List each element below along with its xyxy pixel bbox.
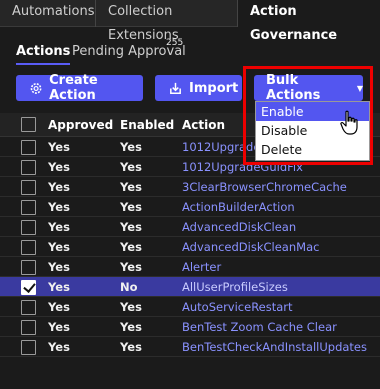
table-row[interactable]: Yes Yes AdvancedDiskClean: [0, 217, 380, 237]
row-checkbox[interactable]: [21, 200, 36, 215]
cell-approved: Yes: [48, 340, 70, 354]
cell-approved: Yes: [48, 260, 70, 274]
cell-enabled: Yes: [120, 220, 142, 234]
cell-enabled: Yes: [120, 260, 142, 274]
cell-approved: Yes: [48, 220, 70, 234]
cell-enabled: Yes: [120, 160, 142, 174]
cell-enabled: Yes: [120, 320, 142, 334]
tab-automations[interactable]: Automations: [0, 0, 96, 27]
create-action-button[interactable]: Create Action: [16, 73, 143, 103]
column-header-approved[interactable]: Approved: [48, 118, 113, 132]
tab-collection-extensions[interactable]: Collection Extensions: [96, 0, 238, 43]
cell-action-link[interactable]: 3ClearBrowserChromeCache: [182, 180, 347, 194]
cell-enabled: Yes: [120, 300, 142, 314]
row-checkbox[interactable]: [21, 340, 36, 355]
cell-approved: Yes: [48, 300, 70, 314]
cell-enabled: Yes: [120, 180, 142, 194]
row-checkbox[interactable]: [21, 180, 36, 195]
cell-action-link[interactable]: Alerter: [182, 260, 221, 274]
row-checkbox[interactable]: [21, 300, 36, 315]
cell-approved: Yes: [48, 200, 70, 214]
row-checkbox[interactable]: [21, 220, 36, 235]
table-row[interactable]: Yes Yes BenTestCheckAndInstallUpdates: [0, 337, 380, 357]
table-row[interactable]: Yes Yes BenTest Zoom Cache Clear: [0, 317, 380, 337]
cell-enabled: No: [120, 280, 138, 294]
hand-cursor-icon: [340, 110, 358, 135]
cell-approved: Yes: [48, 280, 70, 294]
row-checkbox[interactable]: [21, 240, 36, 255]
table-row[interactable]: Yes No AllUserProfileSizes: [0, 277, 380, 297]
row-checkbox[interactable]: [21, 280, 36, 295]
table-row[interactable]: Yes Yes AutoServiceRestart: [0, 297, 380, 317]
cell-action-link[interactable]: AdvancedDiskCleanMac: [182, 240, 319, 254]
cell-enabled: Yes: [120, 240, 142, 254]
row-checkbox[interactable]: [21, 160, 36, 175]
create-action-label: Create Action: [49, 73, 98, 103]
row-checkbox[interactable]: [21, 260, 36, 275]
import-button[interactable]: Import: [155, 75, 242, 101]
column-header-action[interactable]: Action: [182, 118, 225, 132]
pending-approval-count-badge: 255: [166, 38, 184, 48]
cell-action-link[interactable]: ActionBuilderAction: [182, 200, 295, 214]
table-row[interactable]: Yes Yes Alerter: [0, 257, 380, 277]
cell-action-link[interactable]: AutoServiceRestart: [182, 300, 293, 314]
gear-icon: [30, 82, 42, 94]
cell-approved: Yes: [48, 140, 70, 154]
column-header-enabled[interactable]: Enabled: [120, 118, 174, 132]
cell-approved: Yes: [48, 180, 70, 194]
subtab-actions[interactable]: Actions: [16, 44, 71, 65]
select-all-checkbox[interactable]: [21, 117, 36, 132]
table-row[interactable]: Yes Yes 3ClearBrowserChromeCache: [0, 177, 380, 197]
cell-action-link[interactable]: AdvancedDiskClean: [182, 220, 296, 234]
import-icon: [170, 82, 181, 94]
cell-enabled: Yes: [120, 200, 142, 214]
cell-action-link[interactable]: BenTest Zoom Cache Clear: [182, 320, 337, 334]
cell-enabled: Yes: [120, 140, 142, 154]
table-row[interactable]: Yes Yes AdvancedDiskCleanMac: [0, 237, 380, 257]
cell-action-link[interactable]: BenTestCheckAndInstallUpdates: [182, 340, 367, 354]
cell-approved: Yes: [48, 320, 70, 334]
sub-tabs: Actions Pending Approval 255: [0, 27, 380, 67]
import-label: Import: [189, 80, 239, 96]
table-row[interactable]: Yes Yes ActionBuilderAction: [0, 197, 380, 217]
row-checkbox[interactable]: [21, 320, 36, 335]
top-tab-bar: Automations Collection Extensions Action…: [0, 0, 380, 43]
row-checkbox[interactable]: [21, 140, 36, 155]
cell-approved: Yes: [48, 160, 70, 174]
cell-approved: Yes: [48, 240, 70, 254]
cell-action-link[interactable]: AllUserProfileSizes: [182, 280, 288, 294]
tab-action-governance[interactable]: Action Governance: [238, 0, 380, 43]
cell-enabled: Yes: [120, 340, 142, 354]
